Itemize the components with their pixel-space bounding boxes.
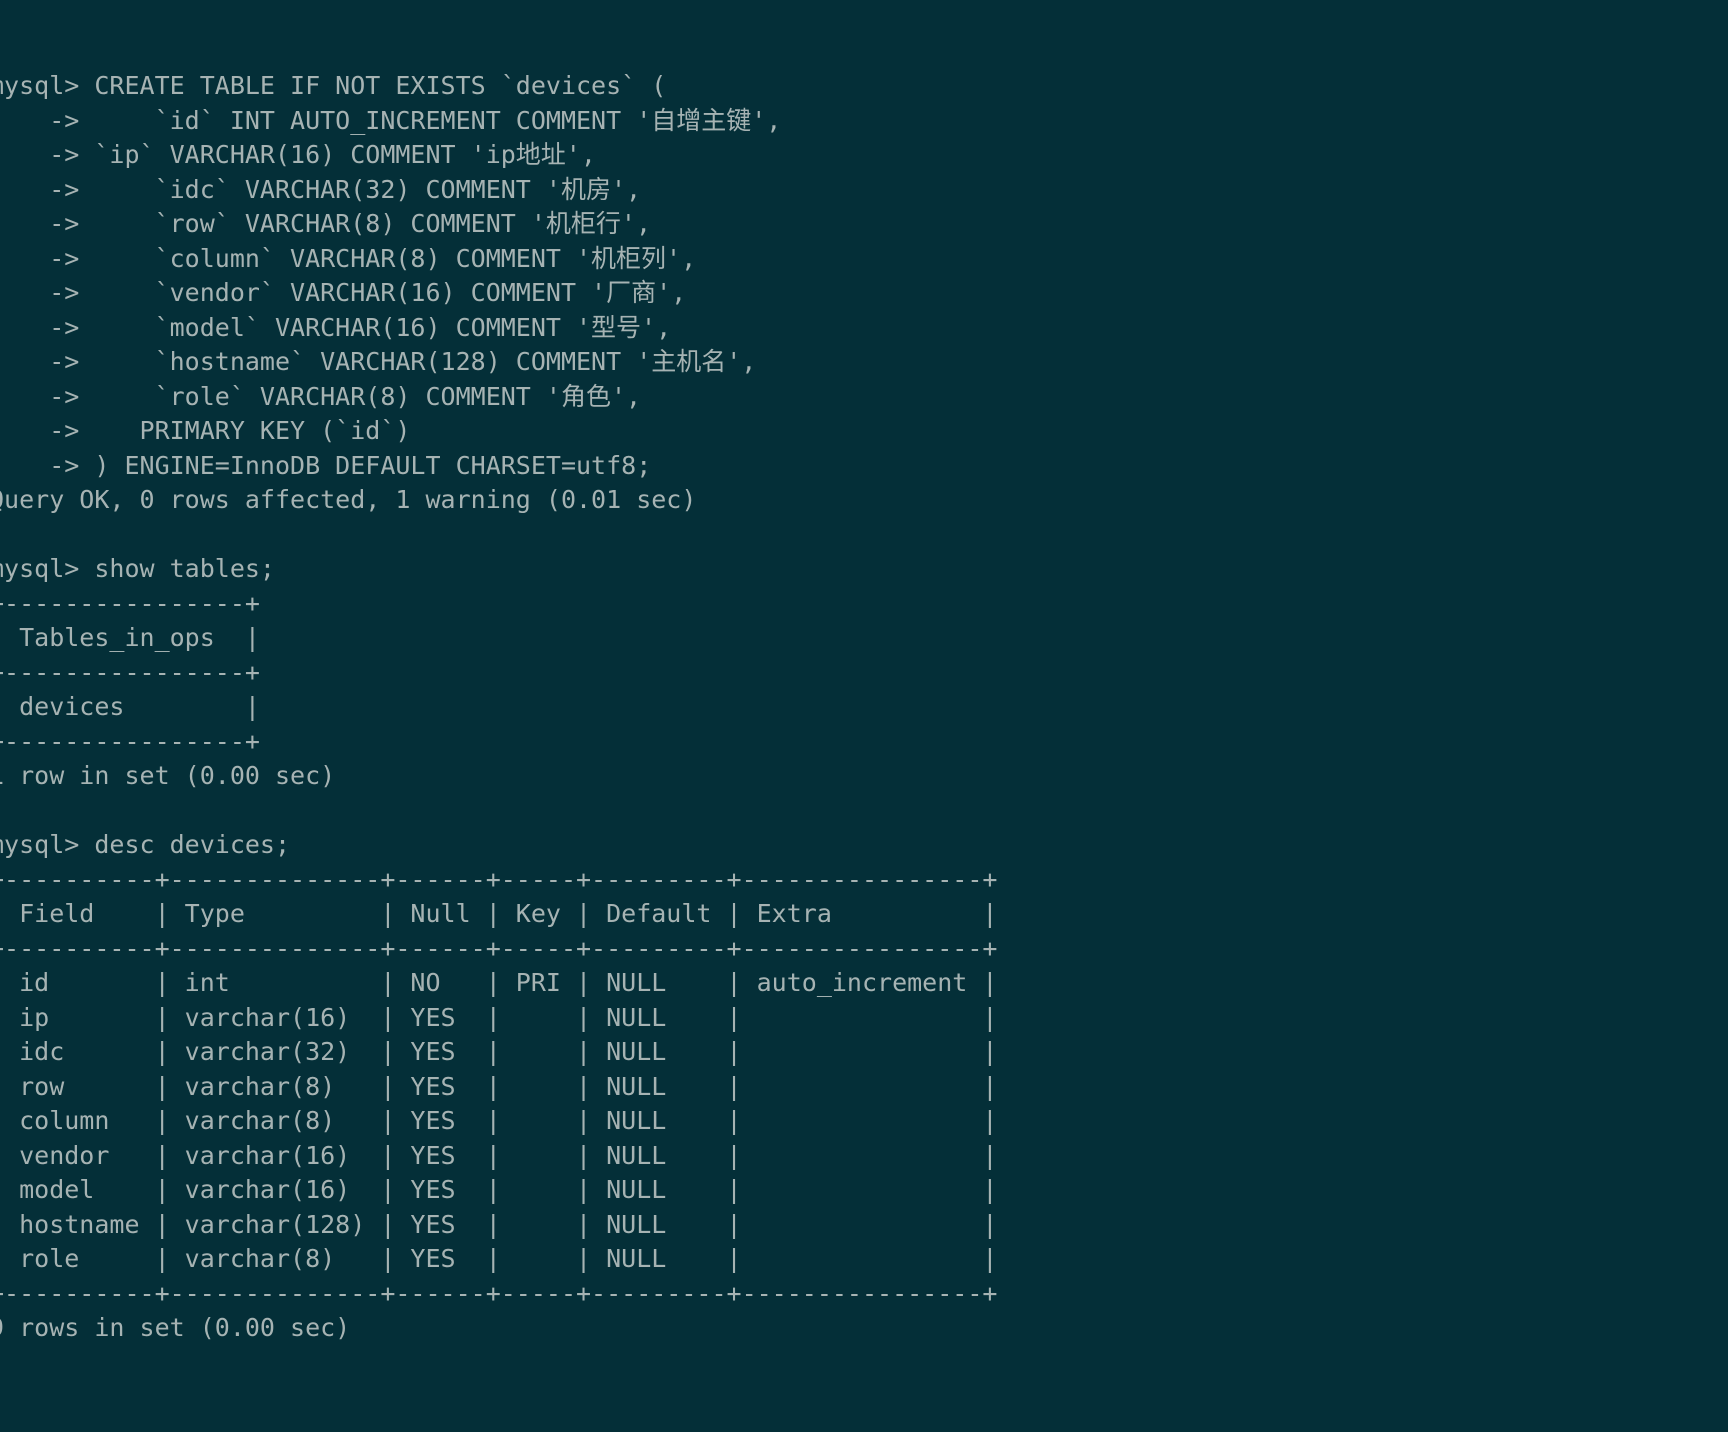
terminal-line: | ip | varchar(16) | YES | | NULL | | [0, 1002, 998, 1032]
terminal-line: | role | varchar(8) | YES | | NULL | | [0, 1244, 998, 1273]
terminal-line: +----------+--------------+------+-----+… [0, 1278, 998, 1308]
terminal-line: 9 rows in set (0.00 sec) [0, 1313, 351, 1342]
terminal-line: | row | varchar(8) | YES | | NULL | | [0, 1071, 998, 1101]
terminal-line: +----------------+ [0, 588, 260, 618]
terminal-line: -> `idc` VARCHAR(32) COMMENT '机房', [0, 174, 642, 204]
terminal-line: -> ) ENGINE=InnoDB DEFAULT CHARSET=utf8; [0, 450, 652, 480]
terminal-line: | hostname | varchar(128) | YES | | NULL… [0, 1209, 998, 1239]
terminal-line: -> `vendor` VARCHAR(16) COMMENT '厂商', [0, 278, 687, 307]
terminal-line: -> `role` VARCHAR(8) COMMENT '角色', [0, 381, 642, 411]
terminal-line: | devices | [0, 692, 260, 721]
terminal-line: | vendor | varchar(16) | YES | | NULL | … [0, 1140, 998, 1170]
terminal-line: | id | int | NO | PRI | NULL | auto_incr… [0, 968, 998, 997]
terminal-line: | idc | varchar(32) | YES | | NULL | | [0, 1037, 998, 1066]
terminal-line: -> `id` INT AUTO_INCREMENT COMMENT '自增主键… [0, 105, 782, 135]
terminal-line: -> `hostname` VARCHAR(128) COMMENT '主机名'… [0, 347, 757, 376]
terminal-line: mysql> CREATE TABLE IF NOT EXISTS `devic… [0, 71, 667, 100]
terminal-line: +----------------+ [0, 657, 260, 687]
terminal-line: +----------+--------------+------+-----+… [0, 864, 998, 894]
terminal-line: +----------------+ [0, 726, 260, 756]
terminal-line: +----------+--------------+------+-----+… [0, 933, 998, 963]
terminal-line: -> `column` VARCHAR(8) COMMENT '机柜列', [0, 243, 697, 273]
terminal-line: -> `ip` VARCHAR(16) COMMENT 'ip地址', [0, 140, 596, 169]
terminal-output-pane[interactable]: mysql> CREATE TABLE IF NOT EXISTS `devic… [0, 0, 1728, 1432]
terminal-line: -> PRIMARY KEY (`id`) [0, 416, 411, 445]
terminal-line: | model | varchar(16) | YES | | NULL | | [0, 1175, 998, 1204]
terminal-line: mysql> show tables; [0, 554, 275, 583]
terminal-line: | Field | Type | Null | Key | Default | … [0, 899, 998, 928]
terminal-line-list: mysql> CREATE TABLE IF NOT EXISTS `devic… [0, 69, 1728, 1346]
terminal-line: Query OK, 0 rows affected, 1 warning (0.… [0, 485, 697, 514]
terminal-line: | Tables_in_ops | [0, 623, 260, 652]
terminal-line: mysql> desc devices; [0, 830, 291, 859]
terminal-line: -> `row` VARCHAR(8) COMMENT '机柜行', [0, 209, 651, 238]
terminal-line: 1 row in set (0.00 sec) [0, 761, 336, 790]
terminal-line: | column | varchar(8) | YES | | NULL | | [0, 1106, 998, 1135]
terminal-line: -> `model` VARCHAR(16) COMMENT '型号', [0, 312, 672, 342]
